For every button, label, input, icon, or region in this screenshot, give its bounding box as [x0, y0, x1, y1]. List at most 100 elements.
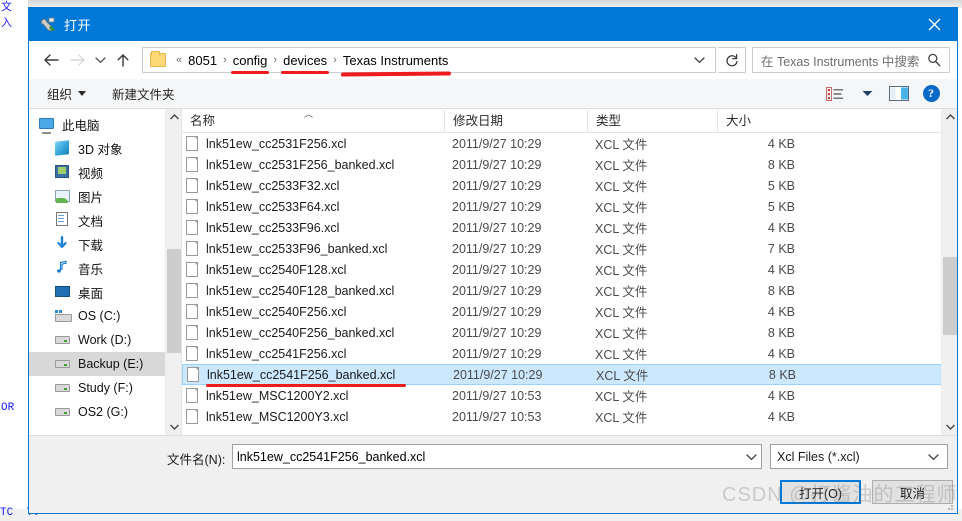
preview-pane-icon[interactable]	[885, 82, 913, 106]
sidebar-scrollbar[interactable]	[165, 109, 181, 435]
breadcrumb-item-8051[interactable]: 8051	[185, 51, 220, 70]
table-row[interactable]: lnk51ew_cc2533F96.xcl 2011/9/27 10:29 XCL …	[182, 217, 957, 238]
sort-ascending-icon: ︿	[304, 109, 314, 119]
table-row[interactable]: lnk51ew_cc2541F256.xcl 2011/9/27 10:29 XCL…	[182, 343, 957, 364]
file-icon	[186, 262, 198, 277]
sidebar-item-os2g[interactable]: OS2 (G:)	[29, 400, 181, 424]
file-size-cell: 4 KB	[767, 262, 795, 277]
search-input[interactable]: 在 Texas Instruments 中搜索	[752, 47, 950, 73]
sidebar-item-osc[interactable]: OS (C:)	[29, 304, 181, 328]
file-size-cell: 5 KB	[767, 178, 795, 193]
background-left-code: 文 入 OR	[0, 0, 28, 521]
scroll-up-icon[interactable]	[166, 109, 181, 125]
column-header-name[interactable]: 名称 ︿	[182, 110, 444, 132]
resize-grip[interactable]	[944, 501, 954, 511]
recent-locations-chevron-down-icon[interactable]	[90, 47, 110, 73]
table-row[interactable]: lnk51ew_cc2541F256_banked.xcl 2011/9/27 1…	[182, 364, 957, 385]
file-name-cell: lnk51ew_cc2540F256_banked.xcl	[182, 325, 444, 340]
file-icon	[186, 241, 198, 256]
table-row[interactable]: lnk51ew_cc2531F256.xcl 2011/9/27 10:29 XCL…	[182, 133, 957, 154]
file-name-cell: lnk51ew_MSC1200Y3.xcl	[182, 409, 444, 424]
scroll-down-icon[interactable]	[942, 419, 957, 435]
table-row[interactable]: lnk51ew_cc2540F128_banked.xcl 2011/9/27 1…	[182, 280, 957, 301]
file-name-label: lnk51ew_cc2533F32.xcl	[206, 178, 340, 193]
view-options-chevron-down-icon[interactable]	[853, 82, 881, 106]
title-bar[interactable]: 打开	[29, 8, 957, 41]
table-row[interactable]: lnk51ew_cc2540F256.xcl 2011/9/27 10:29 XCL…	[182, 301, 957, 322]
desktop-icon	[55, 284, 71, 300]
view-options-icon[interactable]	[821, 82, 849, 106]
column-header-size[interactable]: 大小	[717, 109, 805, 132]
file-date-cell: 2011/9/27 10:29	[452, 136, 542, 151]
table-row[interactable]: lnk51ew_MSC1200Y2.xcl 2011/9/27 10:53 XCL …	[182, 385, 957, 406]
breadcrumb-item-config[interactable]: config	[230, 51, 271, 74]
column-header-date[interactable]: 修改日期	[444, 109, 587, 132]
table-row[interactable]: lnk51ew_cc2540F128.xcl 2011/9/27 10:29 XCL…	[182, 259, 957, 280]
filename-input[interactable]	[232, 444, 762, 469]
table-row[interactable]: lnk51ew_cc2531F256_banked.xcl 2011/9/27 1…	[182, 154, 957, 175]
breadcrumb-chevron-down-icon[interactable]	[684, 56, 715, 64]
new-folder-button[interactable]: 新建文件夹	[112, 84, 175, 103]
sidebar-item-workd[interactable]: Work (D:)	[29, 328, 181, 352]
table-row[interactable]: lnk51ew_MSC1200Y3.xcl 2011/9/27 10:53 XCL …	[182, 406, 957, 427]
column-header-type[interactable]: 类型	[587, 109, 717, 132]
desktop-icon-glyph	[55, 286, 70, 297]
sidebar-item-label: 音乐	[78, 262, 104, 277]
table-row[interactable]: lnk51ew_cc2533F96_banked.xcl 2011/9/27 10…	[182, 238, 957, 259]
file-date-cell: 2011/9/27 10:53	[452, 409, 542, 424]
open-button[interactable]: 打开(O)	[780, 480, 861, 504]
sidebar-item-文档[interactable]: 文档	[29, 208, 181, 232]
sidebar-item-音乐[interactable]: 音乐	[29, 256, 181, 280]
documents-icon-glyph	[56, 212, 68, 226]
sidebar-item-视频[interactable]: 视频	[29, 160, 181, 184]
file-icon	[186, 283, 198, 298]
dialog-body: 此电脑 3D 对象 视频 图片文档下载音乐桌面 OS (C:) Work (D:) Back…	[29, 109, 957, 436]
up-button[interactable]	[110, 47, 136, 73]
file-list-scroll-thumb[interactable]	[943, 257, 957, 335]
organize-button[interactable]: 组织	[47, 84, 87, 103]
sidebar-item-图片[interactable]: 图片	[29, 184, 181, 208]
sidebar-item-下载[interactable]: 下载	[29, 232, 181, 256]
back-button[interactable]	[38, 47, 64, 73]
sidebar-item-backupe[interactable]: Backup (E:)	[29, 352, 181, 376]
file-name-label: lnk51ew_MSC1200Y3.xcl	[206, 409, 349, 424]
scroll-down-icon[interactable]	[166, 419, 181, 435]
file-type-cell: XCL 文件	[596, 369, 649, 383]
scroll-up-icon[interactable]	[942, 109, 957, 125]
table-row[interactable]: lnk51ew_cc2533F64.xcl 2011/9/27 10:29 XCL …	[182, 196, 957, 217]
breadcrumb-item-devices[interactable]: devices	[280, 51, 330, 74]
forward-button[interactable]	[64, 47, 90, 73]
table-row[interactable]: lnk51ew_cc2533F32.xcl 2011/9/27 10:29 XCL …	[182, 175, 957, 196]
help-button[interactable]: ?	[917, 82, 945, 106]
file-icon	[186, 220, 198, 235]
cancel-button[interactable]: 取消	[872, 480, 953, 504]
sidebar-item-桌面[interactable]: 桌面	[29, 280, 181, 304]
sidebar-item-此电脑[interactable]: 此电脑	[29, 112, 181, 136]
file-name-cell: lnk51ew_cc2531F256.xcl	[182, 136, 444, 151]
sidebar-scroll-thumb[interactable]	[167, 249, 181, 353]
file-date-cell: 2011/9/27 10:29	[452, 346, 542, 361]
table-row[interactable]: lnk51ew_cc2540F256_banked.xcl 2011/9/27 1…	[182, 322, 957, 343]
breadcrumb[interactable]: « 8051 › config › devices › Texas Instru…	[142, 47, 716, 74]
3d-objects-icon	[55, 140, 71, 156]
refresh-icon[interactable]	[718, 47, 746, 73]
file-icon	[186, 346, 198, 361]
breadcrumb-item-texas-instruments[interactable]: Texas Instruments	[340, 51, 452, 70]
file-icon	[186, 409, 198, 424]
filename-chevron-down-icon[interactable]	[741, 444, 762, 469]
window-title: 打开	[64, 18, 92, 33]
sidebar-list: 此电脑 3D 对象 视频 图片文档下载音乐桌面 OS (C:) Work (D:) Back…	[29, 109, 181, 424]
file-type-cell: XCL 文件	[595, 306, 648, 320]
file-size-cell: 8 KB	[767, 157, 795, 172]
sidebar-item-label: 文档	[78, 214, 104, 229]
file-type-filter[interactable]: Xcl Files (*.xcl)	[770, 444, 948, 469]
file-date-cell: 2011/9/27 10:29	[452, 241, 542, 256]
close-icon[interactable]	[911, 8, 957, 41]
file-list-scrollbar[interactable]	[941, 109, 957, 435]
drive-icon-glyph	[55, 408, 70, 416]
sidebar-item-studyf[interactable]: Study (F:)	[29, 376, 181, 400]
file-date-cell: 2011/9/27 10:29	[452, 220, 542, 235]
sidebar-item-3d对象[interactable]: 3D 对象	[29, 136, 181, 160]
os-drive-icon-glyph	[55, 310, 72, 322]
search-placeholder: 在 Texas Instruments 中搜索	[761, 54, 919, 69]
